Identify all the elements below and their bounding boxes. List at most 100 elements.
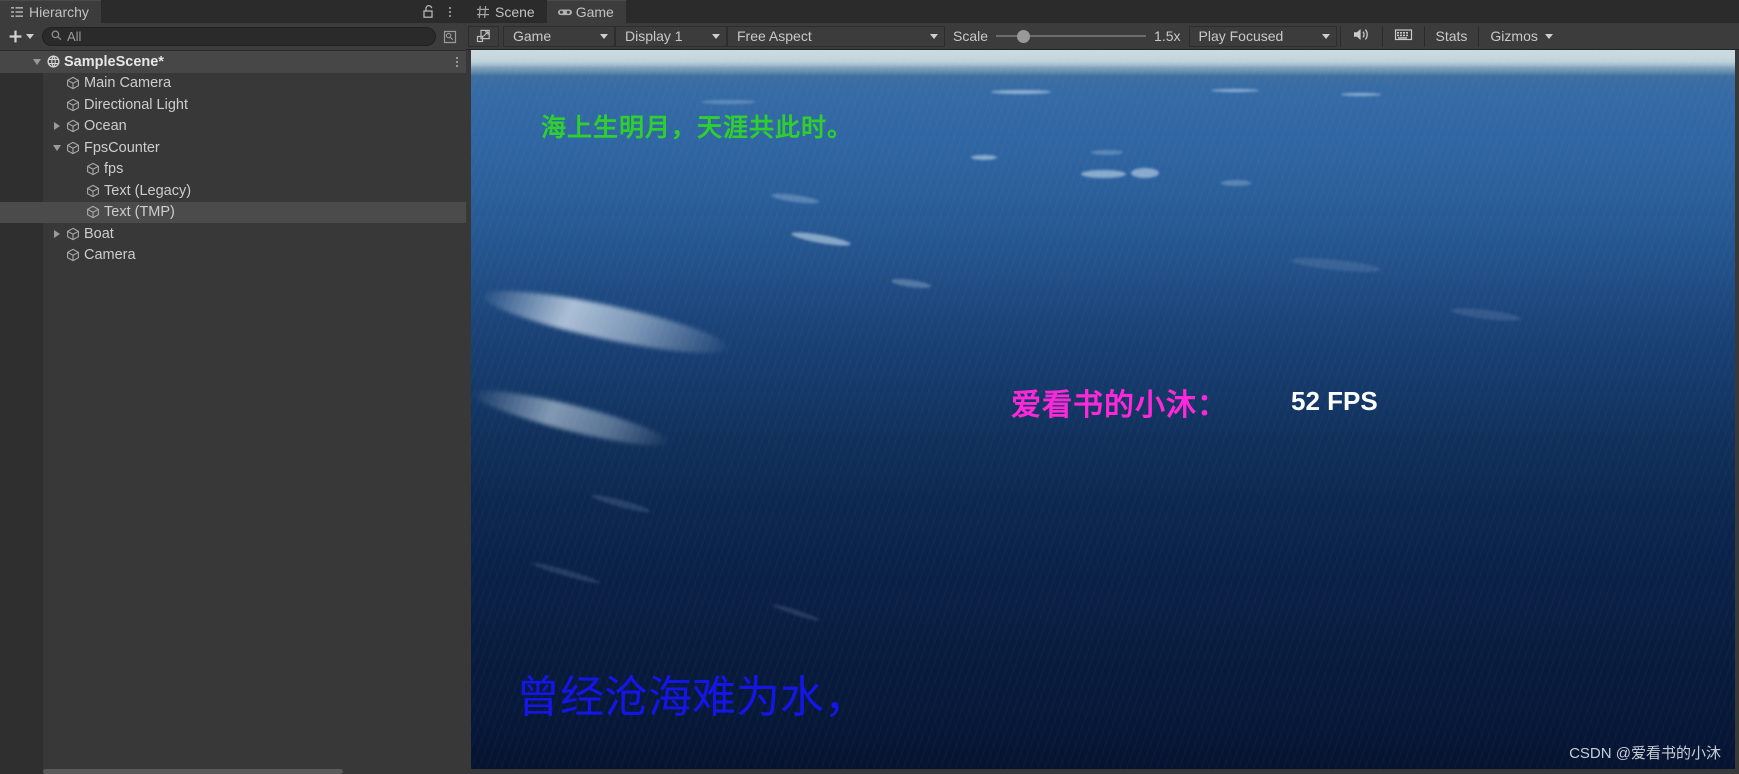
wave-streak [1081, 170, 1126, 178]
gameobject-cube-icon [64, 98, 82, 112]
twisty-placeholder [70, 202, 84, 224]
gizmos-label: Gizmos [1490, 28, 1538, 44]
hierarchy-item-boat[interactable]: Boat [0, 223, 466, 245]
device-simulator-icon [1394, 27, 1413, 45]
hierarchy-item-fps[interactable]: fps [0, 159, 466, 181]
game-toolbar: Game Display 1 Free Aspect Scale 1.5x Pl… [466, 23, 1739, 50]
play-mode-dropdown[interactable]: Play Focused [1188, 25, 1337, 47]
toolbar-separator [1339, 25, 1341, 47]
scene-kebab-menu-icon[interactable] [456, 51, 458, 73]
twisty-placeholder [50, 73, 64, 95]
hierarchy-tree: SampleScene* Main Camera Directional Light… [0, 51, 466, 774]
hierarchy-item-samplescene[interactable]: SampleScene* [0, 51, 466, 73]
twisty-placeholder [50, 94, 64, 116]
wave-streak [701, 100, 756, 104]
gizmos-dropdown[interactable] [1542, 26, 1560, 47]
tab-scene-label: Scene [495, 3, 535, 20]
twisty-placeholder [70, 159, 84, 181]
chevron-down-icon [930, 33, 938, 39]
wave-streak [1341, 93, 1381, 96]
hierarchy-item-text-tmp[interactable]: Text (TMP) [0, 201, 466, 224]
search-icon [51, 30, 62, 44]
hierarchy-item-ocean[interactable]: Ocean [0, 116, 466, 138]
aspect-dropdown[interactable]: Free Aspect [727, 25, 945, 47]
scene-grid-icon [476, 5, 490, 19]
game-panel: Scene Game Game Display 1 Free Aspect Sc… [466, 0, 1739, 774]
tab-hierarchy-label: Hierarchy [29, 4, 89, 20]
toolbar-separator [1478, 25, 1480, 47]
hierarchy-item-label: Camera [84, 247, 136, 264]
twisty-expanded-icon[interactable] [30, 51, 44, 73]
search-mode-icon[interactable] [440, 27, 460, 47]
chevron-down-icon [712, 33, 720, 39]
chevron-down-icon [1321, 33, 1330, 39]
scale-value: 1.5x [1154, 28, 1181, 44]
hierarchy-tree-rows: SampleScene* Main Camera Directional Light… [0, 51, 466, 266]
hierarchy-panel: Hierarchy All SampleScene* Main Camera D… [0, 0, 466, 774]
hierarchy-item-label: Text (Legacy) [104, 182, 192, 199]
hierarchy-item-label: Text (TMP) [104, 204, 175, 221]
horizontal-scrollbar[interactable] [43, 769, 343, 774]
kebab-menu-icon[interactable] [440, 2, 460, 22]
hierarchy-item-directional-light[interactable]: Directional Light [0, 94, 466, 116]
gameobject-cube-icon [64, 119, 82, 133]
view-mode-value: Game [513, 28, 552, 44]
gamepad-icon [557, 5, 572, 19]
hierarchy-item-label: Boat [84, 225, 114, 242]
lock-open-icon[interactable] [418, 2, 438, 22]
game-tabbar: Scene Game [466, 0, 1739, 23]
twisty-expanded-icon[interactable] [50, 137, 64, 159]
chevron-down-icon [26, 34, 34, 39]
device-simulator-button[interactable] [1386, 26, 1421, 47]
search-input[interactable]: All [42, 27, 436, 46]
display-dropdown[interactable]: Display 1 [615, 25, 727, 47]
twisty-collapsed-icon[interactable] [50, 223, 64, 245]
hierarchy-tabbar: Hierarchy [0, 0, 466, 23]
chevron-down-icon [600, 33, 608, 39]
stats-button[interactable]: Stats [1428, 26, 1476, 47]
toolbar-separator [1423, 25, 1425, 47]
toolbar-separator [1381, 25, 1383, 47]
tab-hierarchy[interactable]: Hierarchy [0, 0, 101, 23]
hierarchy-item-camera[interactable]: Camera [0, 245, 466, 267]
scale-slider[interactable] [996, 29, 1147, 43]
scale-control: Scale 1.5x [945, 26, 1189, 47]
add-gameobject-button[interactable] [4, 27, 38, 47]
hierarchy-item-fpscounter[interactable]: FpsCounter [0, 137, 466, 159]
aspect-value: Free Aspect [737, 28, 812, 44]
search-input-value: All [67, 29, 82, 44]
stats-label: Stats [1435, 28, 1468, 44]
hierarchy-tabbar-actions [418, 0, 466, 23]
game-view-render[interactable]: 海上生明月，天涯共此时。 爱看书的小沐： 52 FPS 曾经沧海难为水， 除却巫… [471, 50, 1735, 769]
scale-label: Scale [953, 28, 989, 44]
hierarchy-item-text-legacy[interactable]: Text (Legacy) [0, 180, 466, 202]
scale-slider-knob[interactable] [1016, 29, 1030, 43]
twisty-collapsed-icon[interactable] [50, 116, 64, 138]
hierarchy-item-label: Directional Light [84, 96, 188, 113]
wave-streak [1211, 89, 1259, 92]
gameobject-cube-icon [64, 227, 82, 241]
scene-icon [44, 54, 62, 69]
gizmos-button[interactable]: Gizmos [1482, 26, 1541, 47]
wave-streak [1131, 168, 1159, 178]
tab-game[interactable]: Game [546, 0, 626, 23]
maximize-icon[interactable] [468, 25, 499, 47]
hierarchy-item-label: Main Camera [84, 75, 172, 92]
speaker-icon [1352, 27, 1371, 45]
mute-audio-button[interactable] [1344, 26, 1379, 47]
wave-streak [991, 90, 1051, 94]
tab-scene[interactable]: Scene [466, 0, 547, 23]
view-mode-dropdown[interactable]: Game [503, 25, 615, 47]
wave-streak [1091, 150, 1123, 155]
hierarchy-item-main-camera[interactable]: Main Camera [0, 73, 466, 95]
hierarchy-item-label: FpsCounter [84, 139, 160, 156]
hierarchy-item-label: Ocean [84, 118, 127, 135]
hierarchy-item-label: SampleScene* [64, 53, 164, 70]
